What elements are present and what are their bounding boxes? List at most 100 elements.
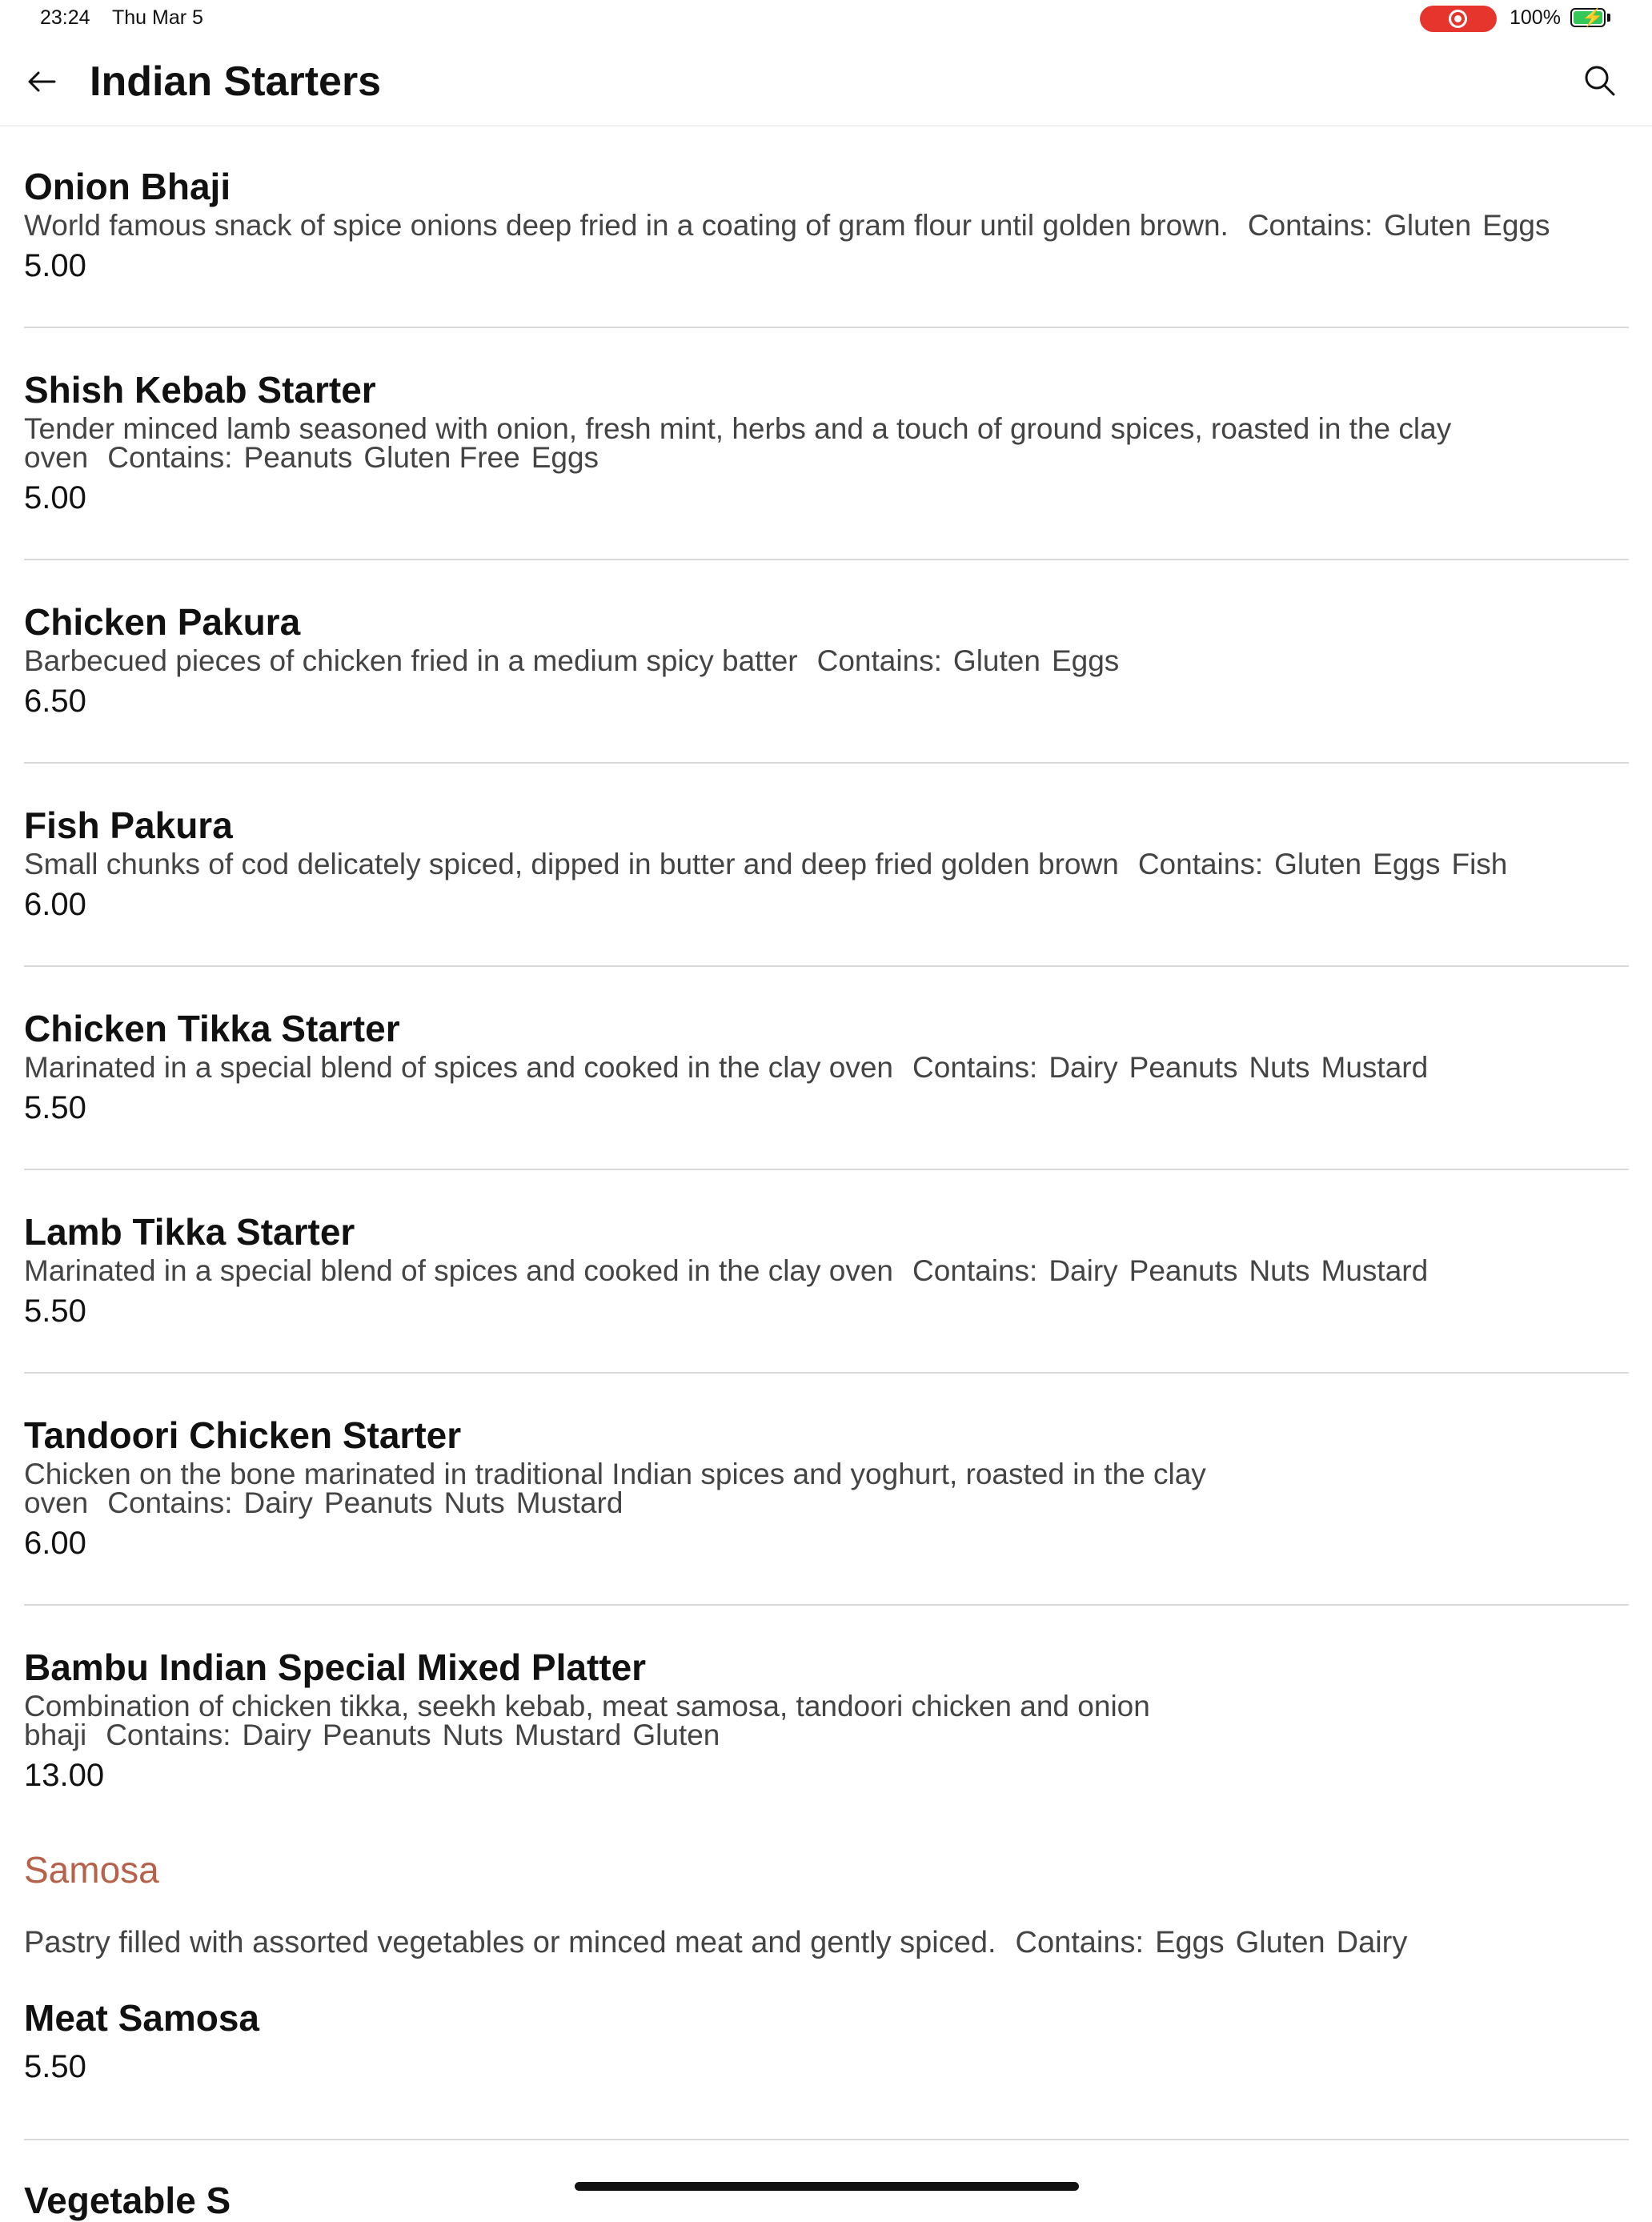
- item-description: Barbecued pieces of chicken fried in a m…: [24, 644, 1629, 677]
- search-icon[interactable]: [1582, 62, 1618, 99]
- item-name: Bambu Indian Special Mixed Platter: [24, 1646, 647, 1688]
- item-name: Tandoori Chicken Starter: [24, 1414, 462, 1456]
- menu-list: Onion Bhaji World famous snack of spice o…: [24, 125, 1629, 2140]
- arrow-left-icon[interactable]: [22, 62, 61, 101]
- allergen-tag: Eggs: [1373, 848, 1441, 880]
- contains-label: Contains:: [1015, 1926, 1145, 1959]
- samosa-section: Samosa Pastry filled with assorted veget…: [24, 1846, 1629, 2140]
- allergen-tag: Nuts: [443, 1486, 505, 1519]
- battery-icon: ⚡: [1570, 8, 1606, 27]
- menu-item-meat-samosa[interactable]: Meat Samosa 5.50: [24, 1995, 1629, 2140]
- item-description: Combination of chicken tikka, seekh keba…: [24, 1691, 1629, 1751]
- item-description-text: Marinated in a special blend of spices a…: [24, 1051, 894, 1084]
- item-description-text: World famous snack of spice onions deep …: [24, 209, 1229, 242]
- app-header: Indian Starters: [0, 48, 1652, 126]
- allergen-tag: Gluten: [632, 1719, 720, 1751]
- item-price: 6.00: [24, 887, 86, 922]
- item-description: Small chunks of cod delicately spiced, d…: [24, 848, 1629, 880]
- item-name: Meat Samosa: [24, 1997, 260, 2039]
- item-price: 6.00: [24, 1526, 86, 1561]
- allergen-tag: Gluten: [1235, 1926, 1325, 1959]
- allergen-tag: Eggs: [531, 441, 599, 474]
- screen-recording-indicator[interactable]: [1420, 6, 1497, 32]
- item-description-text: Tender minced lamb seasoned with onion, …: [24, 412, 1452, 474]
- item-description-text: Small chunks of cod delicately spiced, d…: [24, 848, 1119, 880]
- allergen-tag: Peanuts: [322, 1719, 431, 1751]
- menu-item[interactable]: Onion Bhaji World famous snack of spice o…: [24, 125, 1629, 328]
- item-description: Tender minced lamb seasoned with onion, …: [24, 412, 1629, 474]
- section-title: Samosa: [24, 1849, 159, 1891]
- status-date: Thu Mar 5: [112, 6, 203, 29]
- status-bar: 23:24 Thu Mar 5 100% ⚡: [0, 0, 1652, 38]
- allergen-tag: Gluten: [1274, 848, 1362, 880]
- status-time: 23:24: [40, 6, 90, 29]
- contains-label: Contains:: [912, 1051, 1038, 1084]
- allergen-tag: Nuts: [1249, 1254, 1310, 1287]
- item-name: Lamb Tikka Starter: [24, 1211, 355, 1253]
- section-description-text: Pastry filled with assorted vegetables o…: [24, 1926, 996, 1959]
- item-description-text: Barbecued pieces of chicken fried in a m…: [24, 644, 798, 677]
- battery-tip: [1607, 14, 1610, 22]
- item-price: 5.00: [24, 248, 86, 283]
- contains-label: Contains:: [912, 1254, 1038, 1287]
- allergen-tag: Eggs: [1482, 209, 1550, 242]
- item-name: Chicken Pakura: [24, 601, 301, 643]
- allergen-tag: Nuts: [1249, 1051, 1310, 1084]
- contains-label: Contains:: [1247, 209, 1373, 242]
- allergen-tag: Peanuts: [1129, 1254, 1238, 1287]
- item-name: Chicken Tikka Starter: [24, 1008, 400, 1049]
- item-description: Marinated in a special blend of spices a…: [24, 1254, 1629, 1287]
- allergen-tag: Dairy: [243, 1486, 313, 1519]
- allergen-tag: Mustard: [1321, 1051, 1429, 1084]
- menu-item[interactable]: Bambu Indian Special Mixed Platter Combin…: [24, 1606, 1629, 1846]
- item-price: 13.00: [24, 1758, 105, 1793]
- allergen-tag: Dairy: [1049, 1051, 1118, 1084]
- item-price: 5.00: [24, 480, 86, 515]
- allergen-tag: Gluten: [1384, 209, 1472, 242]
- item-name: Onion Bhaji: [24, 166, 231, 207]
- menu-item[interactable]: Lamb Tikka Starter Marinated in a special…: [24, 1170, 1629, 1374]
- menu-item[interactable]: Fish Pakura Small chunks of cod delicatel…: [24, 764, 1629, 967]
- contains-label: Contains:: [816, 644, 942, 677]
- contains-label: Contains:: [106, 1719, 231, 1751]
- contains-label: Contains:: [107, 1486, 233, 1519]
- allergen-tag: Fish: [1451, 848, 1508, 880]
- menu-item[interactable]: Chicken Tikka Starter Marinated in a spec…: [24, 967, 1629, 1170]
- allergen-tag: Nuts: [442, 1719, 503, 1751]
- allergen-tag: Peanuts: [243, 441, 353, 474]
- item-price: 5.50: [24, 1090, 86, 1125]
- allergen-tag: Dairy: [1336, 1926, 1408, 1959]
- allergen-tag: Eggs: [1155, 1926, 1225, 1959]
- allergen-tag: Mustard: [514, 1719, 622, 1751]
- allergen-tag: Gluten: [952, 644, 1041, 677]
- allergen-tag: Dairy: [1049, 1254, 1118, 1287]
- item-description-text: Marinated in a special blend of spices a…: [24, 1254, 894, 1287]
- allergen-tag: Peanuts: [1129, 1051, 1238, 1084]
- contains-label: Contains:: [107, 441, 233, 474]
- menu-item[interactable]: Tandoori Chicken Starter Chicken on the b…: [24, 1374, 1629, 1606]
- allergen-tag: Mustard: [1321, 1254, 1429, 1287]
- next-item-partial[interactable]: Vegetable S: [24, 2179, 231, 2222]
- item-description: World famous snack of spice onions deep …: [24, 211, 1629, 240]
- allergen-tag: Gluten Free: [363, 441, 520, 474]
- item-name: Shish Kebab Starter: [24, 369, 376, 411]
- battery-percentage: 100%: [1510, 6, 1561, 29]
- allergen-tag: Mustard: [515, 1486, 624, 1519]
- item-description: Marinated in a special blend of spices a…: [24, 1053, 1629, 1082]
- menu-item[interactable]: Chicken Pakura Barbecued pieces of chicke…: [24, 560, 1629, 764]
- record-icon: [1449, 10, 1467, 28]
- menu-item[interactable]: Shish Kebab Starter Tender minced lamb se…: [24, 328, 1629, 560]
- item-description: Chicken on the bone marinated in traditi…: [24, 1459, 1629, 1519]
- allergen-tag: Eggs: [1051, 644, 1120, 677]
- item-price: 5.50: [24, 1293, 86, 1329]
- item-price: 6.50: [24, 684, 86, 719]
- allergen-tag: Peanuts: [323, 1486, 433, 1519]
- charging-bolt-icon: ⚡: [1582, 7, 1604, 27]
- page-title: Indian Starters: [90, 58, 382, 105]
- section-description: Pastry filled with assorted vegetables o…: [24, 1923, 1629, 1963]
- item-name: Fish Pakura: [24, 804, 233, 846]
- allergen-tag: Dairy: [242, 1719, 311, 1751]
- home-indicator[interactable]: [575, 2182, 1079, 2191]
- item-price: 5.50: [24, 2049, 86, 2084]
- contains-label: Contains:: [1137, 848, 1264, 880]
